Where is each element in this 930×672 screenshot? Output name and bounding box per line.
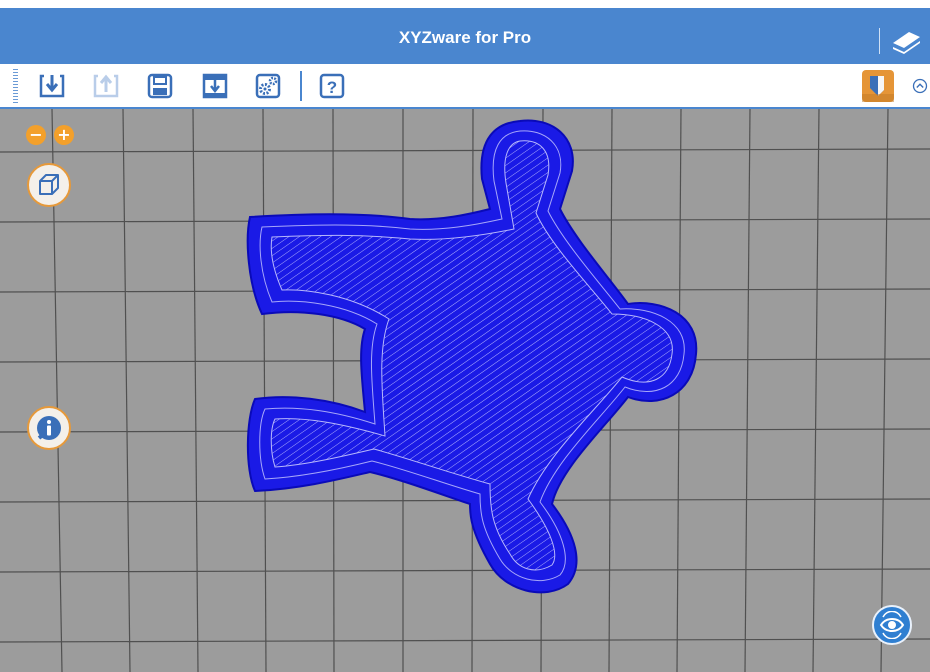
chevron-up-icon <box>912 78 928 94</box>
zoom-in-button[interactable]: + <box>54 125 74 145</box>
print-button[interactable] <box>201 72 229 100</box>
save-icon <box>147 73 173 99</box>
info-icon <box>37 416 61 440</box>
import-icon <box>39 74 65 98</box>
app-title: XYZware for Pro <box>398 28 532 47</box>
cube-icon <box>39 174 59 195</box>
title-divider <box>879 28 880 54</box>
zoom-out-button[interactable]: − <box>26 125 46 145</box>
build-plate-viewport[interactable]: − + <box>0 109 930 672</box>
collapse-toolbar-button[interactable] <box>912 78 928 94</box>
xyz-logo-icon[interactable] <box>889 28 923 54</box>
toolbar-divider <box>300 71 302 101</box>
object-view-button[interactable] <box>862 70 894 102</box>
print-icon <box>202 73 228 99</box>
toolbar-grip[interactable] <box>13 69 18 103</box>
view-toggle-button[interactable] <box>872 605 912 645</box>
export-button[interactable] <box>92 72 120 100</box>
help-button[interactable]: ? <box>318 72 346 100</box>
sliced-object-preview[interactable] <box>246 119 698 594</box>
svg-text:?: ? <box>327 78 337 97</box>
gear-icon <box>255 73 281 99</box>
3d-view-button[interactable] <box>27 163 71 207</box>
export-icon <box>93 74 119 98</box>
save-button[interactable] <box>146 72 174 100</box>
build-plate-grid <box>0 109 930 672</box>
settings-button[interactable] <box>254 72 282 100</box>
toolbar: ? <box>0 64 930 109</box>
eye-icon <box>879 611 905 639</box>
import-button[interactable] <box>38 72 66 100</box>
title-bar: XYZware for Pro <box>0 8 930 64</box>
help-icon: ? <box>319 73 345 99</box>
info-button[interactable] <box>27 406 71 450</box>
cube-view-icon <box>862 70 894 102</box>
